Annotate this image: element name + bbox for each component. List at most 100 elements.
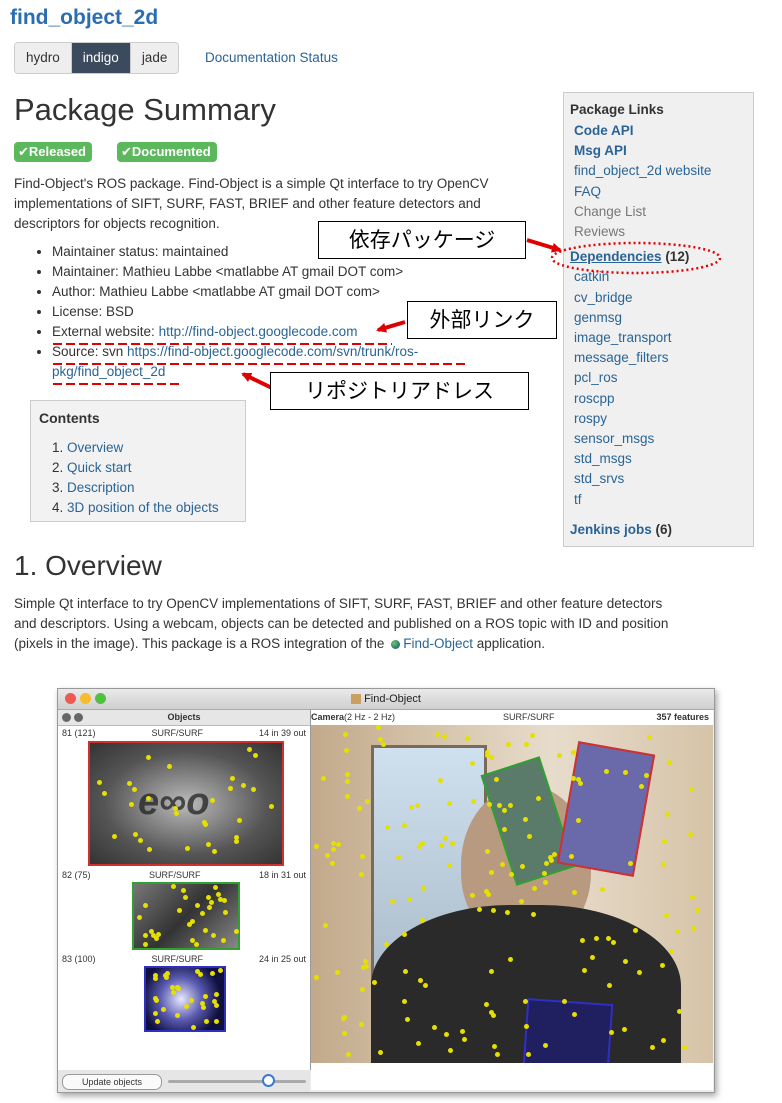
keypoint-dot xyxy=(571,776,576,781)
keypoint-dot xyxy=(471,799,476,804)
keypoint-dot xyxy=(154,998,159,1003)
keypoint-dot xyxy=(378,1050,383,1055)
keypoint-dot xyxy=(153,973,158,978)
keypoint-dot xyxy=(677,1009,682,1014)
keypoint-dot xyxy=(442,734,447,739)
keypoint-dot xyxy=(447,863,452,868)
keypoint-dot xyxy=(384,942,389,947)
keypoint-dot xyxy=(637,970,642,975)
keypoint-dot xyxy=(190,919,195,924)
keypoint-dot xyxy=(129,802,134,807)
keypoint-dot xyxy=(325,853,330,858)
keypoint-dot xyxy=(204,1019,209,1024)
keypoint-dot xyxy=(360,987,365,992)
keypoint-dot xyxy=(506,742,511,747)
keypoint-dot xyxy=(662,839,667,844)
keypoint-dot xyxy=(218,897,223,902)
keypoint-dot xyxy=(211,933,216,938)
keypoint-dot xyxy=(465,736,470,741)
keypoint-dot xyxy=(572,1012,577,1017)
keypoint-dot xyxy=(523,999,528,1004)
keypoint-dot xyxy=(221,938,226,943)
keypoint-dot xyxy=(669,949,674,954)
float-pane-icon[interactable] xyxy=(74,713,83,722)
keypoint-dot xyxy=(403,969,408,974)
keypoint-dot xyxy=(376,725,381,730)
close-window-icon[interactable] xyxy=(65,693,76,704)
keypoint-dot xyxy=(331,847,336,852)
keypoint-dot xyxy=(234,839,239,844)
keypoint-dot xyxy=(137,915,142,920)
threshold-slider[interactable] xyxy=(168,1074,306,1087)
keypoint-dot xyxy=(661,862,666,867)
keypoint-dot xyxy=(402,999,407,1004)
keypoint-dot xyxy=(390,899,395,904)
keypoint-dot xyxy=(491,908,496,913)
keypoint-dot xyxy=(402,823,407,828)
keypoint-dot xyxy=(432,1025,437,1030)
keypoint-dot xyxy=(508,957,513,962)
keypoint-dot xyxy=(487,802,492,807)
keypoint-dot xyxy=(519,899,524,904)
update-objects-button[interactable]: Update objects xyxy=(62,1074,162,1090)
external-link-arrow xyxy=(376,320,406,333)
keypoint-dot xyxy=(485,849,490,854)
keypoint-dot xyxy=(241,783,246,788)
keypoint-dot xyxy=(526,1052,531,1057)
keypoint-dot xyxy=(214,1019,219,1024)
object-item[interactable]: 82 (75) SURF/SURF 18 in 31 out xyxy=(58,870,310,881)
keypoint-dot xyxy=(343,732,348,737)
keypoint-dot xyxy=(689,787,694,792)
keypoint-dot xyxy=(690,895,695,900)
keypoint-dot xyxy=(173,806,178,811)
keypoint-dot xyxy=(143,903,148,908)
keypoint-dot xyxy=(381,742,386,747)
keypoint-dot xyxy=(497,803,502,808)
keypoint-dot xyxy=(572,890,577,895)
keypoint-dot xyxy=(143,933,148,938)
close-pane-icon[interactable] xyxy=(62,713,71,722)
keypoint-dot xyxy=(489,870,494,875)
keypoint-dot xyxy=(423,983,428,988)
minimize-window-icon[interactable] xyxy=(80,693,91,704)
keypoint-dot xyxy=(418,978,423,983)
keypoint-dot xyxy=(112,834,117,839)
keypoint-dot xyxy=(569,854,574,859)
keypoint-dot xyxy=(146,755,151,760)
keypoint-dot xyxy=(524,742,529,747)
keypoint-dot xyxy=(505,910,510,915)
keypoint-dot xyxy=(420,918,425,923)
keypoint-dot xyxy=(530,733,535,738)
keypoint-dot xyxy=(183,895,188,900)
keypoint-dot xyxy=(201,1005,206,1010)
object-item[interactable]: 83 (100) SURF/SURF 24 in 25 out xyxy=(58,954,310,965)
keypoint-dot xyxy=(185,846,190,851)
keypoint-dot xyxy=(604,769,609,774)
keypoint-dot xyxy=(146,796,151,801)
zoom-window-icon[interactable] xyxy=(95,693,106,704)
keypoint-dot xyxy=(544,861,549,866)
keypoint-dot xyxy=(447,801,452,806)
keypoint-dot xyxy=(167,764,172,769)
keypoint-dot xyxy=(212,849,217,854)
dependencies-highlight-ellipse xyxy=(550,241,722,275)
slider-handle[interactable] xyxy=(262,1074,275,1087)
keypoint-dot xyxy=(218,968,223,973)
keypoint-dot xyxy=(203,994,208,999)
keypoint-dot xyxy=(462,1037,467,1042)
keypoint-dot xyxy=(190,938,195,943)
keypoint-dot xyxy=(253,753,258,758)
object-item[interactable]: 81 (121) SURF/SURF 14 in 39 out xyxy=(58,728,310,739)
keypoint-dot xyxy=(251,787,256,792)
keypoint-dot xyxy=(489,1010,494,1015)
keypoint-dot xyxy=(97,780,102,785)
keypoint-dot xyxy=(543,880,548,885)
keypoint-dot xyxy=(450,841,455,846)
keypoint-dot xyxy=(438,778,443,783)
keypoint-dot xyxy=(330,861,335,866)
keypoint-dot xyxy=(223,910,228,915)
keypoint-dot xyxy=(210,971,215,976)
keypoint-dot xyxy=(171,990,176,995)
keypoint-dot xyxy=(667,760,672,765)
keypoint-dot xyxy=(500,862,505,867)
